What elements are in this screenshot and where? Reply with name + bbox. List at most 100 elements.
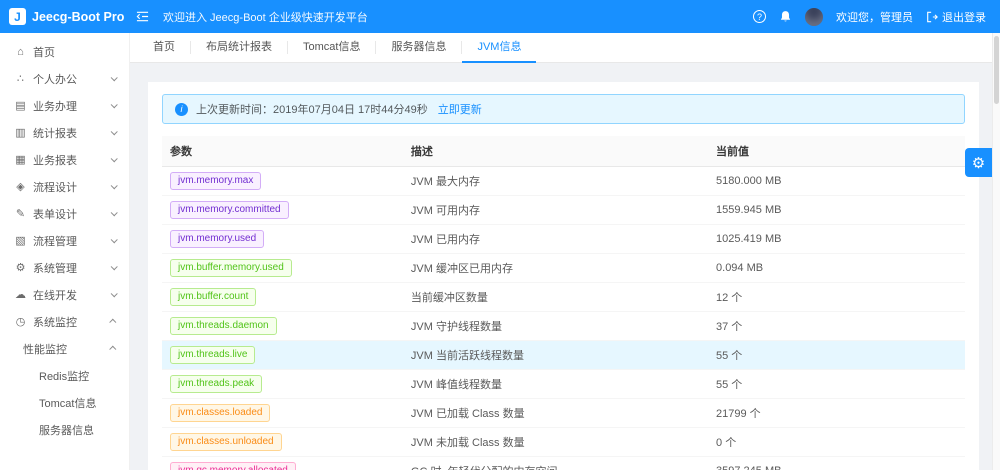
sidebar-item-label: 流程管理	[33, 233, 77, 249]
brand-title: Jeecg-Boot Pro	[32, 10, 124, 24]
chevron-down-icon	[111, 155, 118, 162]
update-alert: i 上次更新时间：2019年07月04日 17时44分49秒 立即更新	[162, 94, 965, 124]
apps-icon: ▤	[13, 99, 28, 112]
sidebar-item-redis-monitor[interactable]: Redis监控	[0, 362, 129, 389]
sidebar-item-home[interactable]: ⌂首页	[0, 38, 129, 65]
param-value: 37 个	[708, 312, 965, 341]
column-header-desc: 描述	[403, 136, 708, 167]
last-update-text: 上次更新时间：2019年07月04日 17时44分49秒	[196, 101, 428, 117]
bar-chart-icon: ▥	[13, 126, 28, 139]
sidebar-item-server-info[interactable]: 服务器信息	[0, 416, 129, 443]
chevron-down-icon	[111, 263, 118, 270]
cluster-icon: ◈	[13, 180, 28, 193]
param-tag: jvm.memory.committed	[170, 201, 289, 219]
refresh-now-link[interactable]: 立即更新	[438, 101, 482, 117]
cloud-icon: ☁	[13, 288, 28, 301]
chevron-down-icon	[111, 290, 118, 297]
tab-bar: 首页布局统计报表Tomcat信息服务器信息JVM信息	[130, 33, 1000, 63]
param-tag: jvm.buffer.memory.used	[170, 259, 292, 277]
sidebar-item-label: 业务报表	[33, 152, 77, 168]
param-value: 1559.945 MB	[708, 196, 965, 225]
avatar[interactable]	[805, 8, 823, 26]
main-content: i 上次更新时间：2019年07月04日 17时44分49秒 立即更新 参数 描…	[130, 63, 1000, 470]
sidebar-item-label: 表单设计	[33, 206, 77, 222]
sidebar-item-process-design[interactable]: ◈ 流程设计	[0, 173, 129, 200]
param-value: 3597.245 MB	[708, 457, 965, 470]
sidebar-item-statistical-reports[interactable]: ▥ 统计报表	[0, 119, 129, 146]
table-row: jvm.threads.daemon JVM 守护线程数量 37 个	[162, 312, 965, 341]
chevron-down-icon	[111, 74, 118, 81]
sidebar-item-label: 系统管理	[33, 260, 77, 276]
table-row: jvm.memory.used JVM 已用内存 1025.419 MB	[162, 225, 965, 254]
logout-label: 退出登录	[942, 9, 986, 25]
param-tag: jvm.memory.used	[170, 230, 264, 248]
settings-gear-button[interactable]: ⚙	[965, 148, 992, 177]
chevron-down-icon	[111, 236, 118, 243]
sidebar-item-online-development[interactable]: ☁在线开发	[0, 281, 129, 308]
tab-server-info[interactable]: 服务器信息	[376, 33, 461, 63]
param-value: 5180.000 MB	[708, 167, 965, 196]
sidebar-item-personal-office[interactable]: ∴ 个人办公	[0, 65, 129, 92]
monitor-icon: ◷	[13, 315, 28, 328]
chevron-down-icon	[111, 101, 118, 108]
scrollbar-thumb[interactable]	[994, 36, 999, 104]
scrollbar-track	[992, 33, 1000, 470]
param-tag: jvm.classes.unloaded	[170, 433, 282, 451]
param-description: JVM 最大内存	[403, 167, 708, 196]
help-icon[interactable]: ?	[753, 10, 766, 23]
sidebar-item-system-management[interactable]: ⚙系统管理	[0, 254, 129, 281]
info-circle-icon: i	[175, 103, 188, 116]
sidebar-item-label: 性能监控	[23, 341, 67, 357]
sidebar-item-performance-monitoring[interactable]: 性能监控	[0, 335, 129, 362]
sidebar-item-label: 业务办理	[33, 98, 77, 114]
param-tag: jvm.threads.live	[170, 346, 255, 364]
table-icon: ▦	[13, 153, 28, 166]
sidebar-item-label: Redis监控	[39, 368, 89, 384]
sidebar-item-form-design[interactable]: ✎ 表单设计	[0, 200, 129, 227]
tab-tomcat-info[interactable]: Tomcat信息	[288, 33, 375, 63]
param-description: JVM 缓冲区已用内存	[403, 254, 708, 283]
sidebar-item-label: 流程设计	[33, 179, 77, 195]
welcome-text: 欢迎进入 Jeecg-Boot 企业级快速开发平台	[163, 9, 368, 25]
param-description: GC 时, 年轻代分配的内存空间	[403, 457, 708, 470]
tab-home[interactable]: 首页	[138, 33, 190, 63]
param-value: 12 个	[708, 283, 965, 312]
param-description: JVM 已加载 Class 数量	[403, 399, 708, 428]
table-row: jvm.threads.live JVM 当前活跃线程数量 55 个	[162, 341, 965, 370]
sidebar-item-label: 个人办公	[33, 71, 77, 87]
sidebar-item-system-monitoring[interactable]: ◷系统监控	[0, 308, 129, 335]
home-icon: ⌂	[13, 46, 28, 58]
table-row: jvm.memory.max JVM 最大内存 5180.000 MB	[162, 167, 965, 196]
bell-icon[interactable]	[779, 10, 792, 23]
param-tag: jvm.buffer.count	[170, 288, 256, 306]
jvm-table-body: jvm.memory.max JVM 最大内存 5180.000 MB jvm.…	[162, 167, 965, 470]
user-greeting: 欢迎您，管理员	[836, 9, 913, 25]
share-icon: ∴	[13, 72, 28, 85]
param-tag: jvm.classes.loaded	[170, 404, 270, 422]
sidebar-item-business-handling[interactable]: ▤ 业务办理	[0, 92, 129, 119]
jeecg-logo-icon: J	[9, 8, 26, 25]
param-value: 55 个	[708, 341, 965, 370]
table-header-row: 参数 描述 当前值	[162, 136, 965, 167]
tab-jvm-info[interactable]: JVM信息	[462, 33, 536, 63]
chevron-down-icon	[111, 209, 118, 216]
form-icon: ✎	[13, 207, 28, 220]
param-description: JVM 已用内存	[403, 225, 708, 254]
header-actions: ? 欢迎您，管理员 退出登录	[753, 8, 986, 26]
sidebar-item-process-management[interactable]: ▧ 流程管理	[0, 227, 129, 254]
chevron-up-icon	[109, 319, 116, 326]
param-value: 55 个	[708, 370, 965, 399]
column-header-value: 当前值	[708, 136, 965, 167]
param-value: 0.094 MB	[708, 254, 965, 283]
param-value: 21799 个	[708, 399, 965, 428]
blocks-icon: ▧	[13, 234, 28, 247]
param-description: JVM 当前活跃线程数量	[403, 341, 708, 370]
param-description: JVM 未加载 Class 数量	[403, 428, 708, 457]
logout-link[interactable]: 退出登录	[926, 9, 986, 25]
sidebar-item-business-reports[interactable]: ▦ 业务报表	[0, 146, 129, 173]
sidebar-item-label: 统计报表	[33, 125, 77, 141]
brand[interactable]: J Jeecg-Boot Pro	[0, 8, 130, 25]
menu-fold-icon[interactable]	[130, 10, 155, 23]
sidebar-item-tomcat-info[interactable]: Tomcat信息	[0, 389, 129, 416]
tab-layout-stat-report[interactable]: 布局统计报表	[191, 33, 287, 63]
